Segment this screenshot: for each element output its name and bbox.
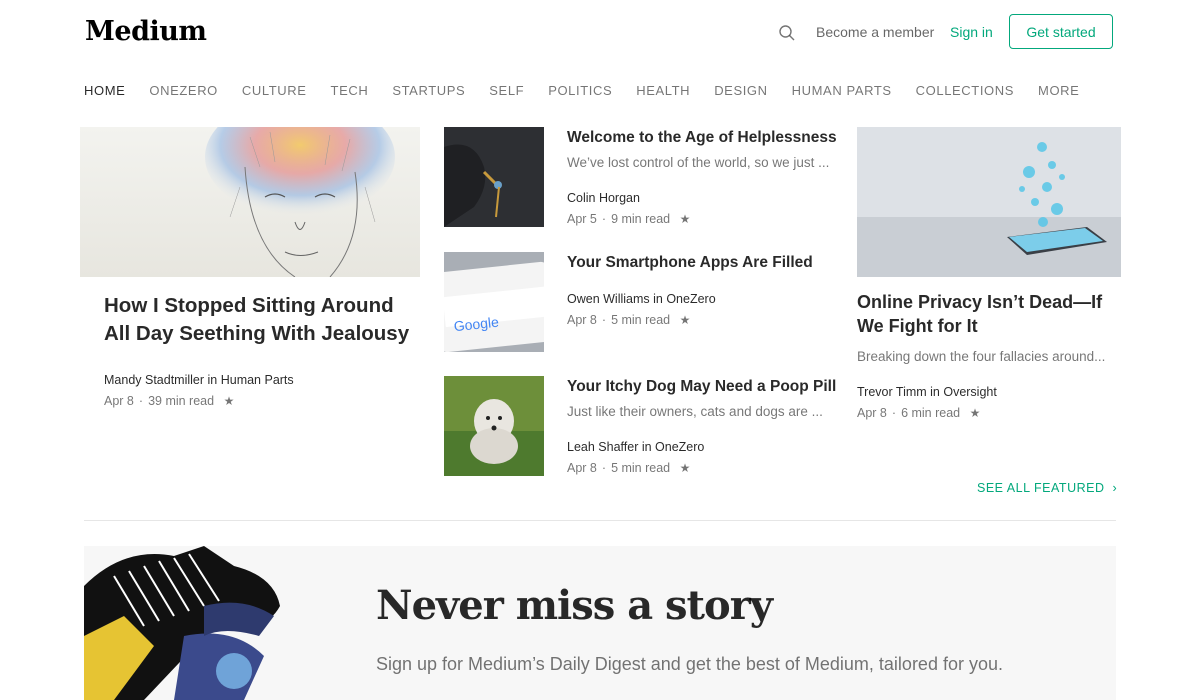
article-thumb-helplessness[interactable] [444, 127, 544, 227]
lead-article-read-time: 39 min read [148, 394, 215, 408]
star-icon: ★ [679, 212, 691, 226]
nav-item-home[interactable]: HOME [84, 83, 125, 98]
lead-article-title[interactable]: How I Stopped Sitting Around All Day See… [104, 292, 424, 348]
sign-in-link[interactable]: Sign in [950, 24, 993, 40]
article-author-helplessness[interactable]: Colin Horgan [567, 191, 640, 205]
article-read-time: 6 min read [901, 406, 961, 420]
star-icon: ★ [679, 461, 691, 475]
star-icon: ★ [969, 406, 981, 420]
star-icon: ★ [223, 394, 235, 408]
article-subtitle-helplessness[interactable]: We’ve lost control of the world, so we j… [567, 155, 833, 170]
lead-article-author[interactable]: Mandy Stadtmiller in Human Parts [104, 373, 294, 387]
article-author-smartphone[interactable]: Owen Williams in OneZero [567, 292, 716, 306]
article-meta-smartphone: Apr 8 · 5 min read ★ [567, 313, 691, 327]
nav-item-human-parts[interactable]: HUMAN PARTS [792, 83, 892, 98]
star-icon: ★ [679, 313, 691, 327]
right-article-subtitle[interactable]: Breaking down the four fallacies around.… [857, 349, 1121, 364]
article-subtitle-dog[interactable]: Just like their owners, cats and dogs ar… [567, 404, 833, 419]
article-author-dog[interactable]: Leah Shaffer in OneZero [567, 440, 704, 454]
lead-article-date: Apr 8 [104, 394, 134, 408]
see-all-featured-link[interactable]: SEE ALL FEATURED › [977, 481, 1117, 495]
get-started-button[interactable]: Get started [1009, 14, 1113, 49]
article-meta-helplessness: Apr 5 · 9 min read ★ [567, 212, 691, 226]
nav-item-culture[interactable]: CULTURE [242, 83, 307, 98]
nav-item-self[interactable]: SELF [489, 83, 524, 98]
lead-article-meta: Apr 8 · 39 min read ★ [104, 394, 235, 408]
promo-subtitle: Sign up for Medium’s Daily Digest and ge… [376, 654, 1003, 674]
nav-item-startups[interactable]: STARTUPS [392, 83, 465, 98]
promo-title: Never miss a story [376, 582, 773, 629]
search-icon[interactable] [778, 24, 796, 42]
article-read-time: 5 min read [611, 313, 671, 327]
article-date: Apr 5 [567, 212, 597, 226]
article-date: Apr 8 [567, 461, 597, 475]
nav-item-politics[interactable]: POLITICS [548, 83, 612, 98]
article-title-dog[interactable]: Your Itchy Dog May Need a Poop Pill [567, 378, 836, 396]
article-date: Apr 8 [857, 406, 887, 420]
promo-illustration [84, 546, 280, 700]
right-article-title[interactable]: Online Privacy Isn’t Dead—If We Fight fo… [857, 290, 1117, 338]
medium-logo[interactable]: Medium [85, 16, 207, 47]
nav-item-design[interactable]: DESIGN [714, 83, 767, 98]
lead-article-image[interactable] [80, 127, 420, 277]
article-thumb-smartphone[interactable]: Google [444, 252, 544, 352]
see-all-label: SEE ALL FEATURED [977, 481, 1105, 495]
chevron-right-icon: › [1112, 481, 1118, 495]
article-title-smartphone[interactable]: Your Smartphone Apps Are Filled [567, 254, 813, 272]
article-meta-dog: Apr 8 · 5 min read ★ [567, 461, 691, 475]
section-divider [84, 520, 1116, 521]
nav-item-tech[interactable]: TECH [331, 83, 369, 98]
nav-item-collections[interactable]: COLLECTIONS [916, 83, 1014, 98]
nav-item-onezero[interactable]: ONEZERO [149, 83, 217, 98]
article-thumb-dog[interactable] [444, 376, 544, 476]
right-article-author[interactable]: Trevor Timm in Oversight [857, 385, 997, 399]
become-member-link[interactable]: Become a member [816, 24, 934, 40]
right-article-image[interactable] [857, 127, 1121, 277]
topic-nav: HOME ONEZERO CULTURE TECH STARTUPS SELF … [84, 83, 1103, 98]
nav-item-health[interactable]: HEALTH [636, 83, 690, 98]
nav-item-more[interactable]: MORE [1038, 83, 1079, 98]
right-article-meta: Apr 8 · 6 min read ★ [857, 406, 981, 420]
article-read-time: 5 min read [611, 461, 671, 475]
article-title-helplessness[interactable]: Welcome to the Age of Helplessness [567, 129, 837, 147]
article-read-time: 9 min read [611, 212, 671, 226]
article-date: Apr 8 [567, 313, 597, 327]
